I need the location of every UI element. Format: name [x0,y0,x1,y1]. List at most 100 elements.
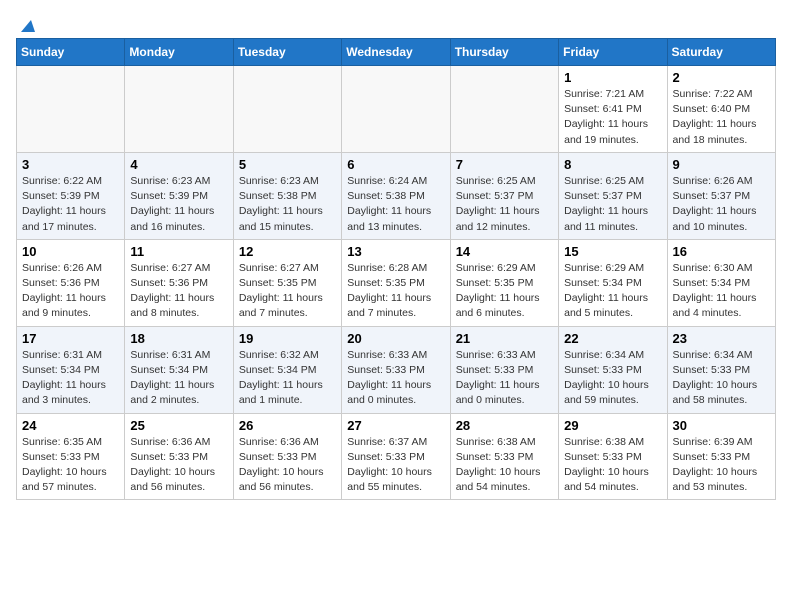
calendar-table: SundayMondayTuesdayWednesdayThursdayFrid… [16,38,776,500]
day-info: Sunrise: 6:23 AM Sunset: 5:38 PM Dayligh… [239,174,336,235]
calendar-cell: 18 Sunrise: 6:31 AM Sunset: 5:34 PM Dayli… [125,326,233,413]
calendar-header-row: SundayMondayTuesdayWednesdayThursdayFrid… [17,39,776,66]
day-number: 9 [673,157,770,172]
day-number: 25 [130,418,227,433]
day-info: Sunrise: 6:27 AM Sunset: 5:36 PM Dayligh… [130,261,227,322]
calendar-week-row: 1 Sunrise: 7:21 AM Sunset: 6:41 PM Daylig… [17,66,776,153]
column-header-wednesday: Wednesday [342,39,450,66]
calendar-week-row: 17 Sunrise: 6:31 AM Sunset: 5:34 PM Dayli… [17,326,776,413]
day-info: Sunrise: 6:36 AM Sunset: 5:33 PM Dayligh… [239,435,336,496]
day-info: Sunrise: 6:27 AM Sunset: 5:35 PM Dayligh… [239,261,336,322]
day-number: 5 [239,157,336,172]
day-number: 16 [673,244,770,259]
day-number: 15 [564,244,661,259]
calendar-cell: 4 Sunrise: 6:23 AM Sunset: 5:39 PM Daylig… [125,152,233,239]
day-number: 14 [456,244,553,259]
day-number: 3 [22,157,119,172]
calendar-week-row: 10 Sunrise: 6:26 AM Sunset: 5:36 PM Dayli… [17,239,776,326]
day-info: Sunrise: 6:38 AM Sunset: 5:33 PM Dayligh… [456,435,553,496]
calendar-cell [233,66,341,153]
day-info: Sunrise: 6:34 AM Sunset: 5:33 PM Dayligh… [673,348,770,409]
calendar-cell: 22 Sunrise: 6:34 AM Sunset: 5:33 PM Dayli… [559,326,667,413]
day-number: 7 [456,157,553,172]
day-number: 23 [673,331,770,346]
day-number: 27 [347,418,444,433]
column-header-sunday: Sunday [17,39,125,66]
day-info: Sunrise: 6:39 AM Sunset: 5:33 PM Dayligh… [673,435,770,496]
calendar-cell: 25 Sunrise: 6:36 AM Sunset: 5:33 PM Dayli… [125,413,233,500]
day-info: Sunrise: 6:38 AM Sunset: 5:33 PM Dayligh… [564,435,661,496]
calendar-cell: 20 Sunrise: 6:33 AM Sunset: 5:33 PM Dayli… [342,326,450,413]
day-number: 30 [673,418,770,433]
day-number: 4 [130,157,227,172]
calendar-cell: 7Sunrise: 6:25 AM Sunset: 5:37 PM Daylig… [450,152,558,239]
calendar-cell: 26 Sunrise: 6:36 AM Sunset: 5:33 PM Dayli… [233,413,341,500]
calendar-cell: 29 Sunrise: 6:38 AM Sunset: 5:33 PM Dayli… [559,413,667,500]
day-number: 8 [564,157,661,172]
calendar-cell [450,66,558,153]
calendar-week-row: 3 Sunrise: 6:22 AM Sunset: 5:39 PM Daylig… [17,152,776,239]
calendar-cell [17,66,125,153]
column-header-saturday: Saturday [667,39,775,66]
day-number: 18 [130,331,227,346]
day-number: 28 [456,418,553,433]
calendar-cell [125,66,233,153]
day-info: Sunrise: 7:21 AM Sunset: 6:41 PM Dayligh… [564,87,661,148]
calendar-cell: 8 Sunrise: 6:25 AM Sunset: 5:37 PM Daylig… [559,152,667,239]
day-info: Sunrise: 6:31 AM Sunset: 5:34 PM Dayligh… [130,348,227,409]
day-info: Sunrise: 6:23 AM Sunset: 5:39 PM Dayligh… [130,174,227,235]
calendar-cell: 12 Sunrise: 6:27 AM Sunset: 5:35 PM Dayli… [233,239,341,326]
calendar-cell: 6 Sunrise: 6:24 AM Sunset: 5:38 PM Daylig… [342,152,450,239]
column-header-monday: Monday [125,39,233,66]
calendar-cell: 27 Sunrise: 6:37 AM Sunset: 5:33 PM Dayli… [342,413,450,500]
day-number: 24 [22,418,119,433]
calendar-week-row: 24Sunrise: 6:35 AM Sunset: 5:33 PM Dayli… [17,413,776,500]
day-info: Sunrise: 6:31 AM Sunset: 5:34 PM Dayligh… [22,348,119,409]
calendar-cell: 1 Sunrise: 7:21 AM Sunset: 6:41 PM Daylig… [559,66,667,153]
day-number: 12 [239,244,336,259]
logo [16,16,36,30]
day-number: 22 [564,331,661,346]
day-number: 13 [347,244,444,259]
day-number: 29 [564,418,661,433]
page-header [16,16,776,30]
calendar-cell [342,66,450,153]
calendar-cell: 15Sunrise: 6:29 AM Sunset: 5:34 PM Dayli… [559,239,667,326]
column-header-thursday: Thursday [450,39,558,66]
day-info: Sunrise: 6:33 AM Sunset: 5:33 PM Dayligh… [347,348,444,409]
day-info: Sunrise: 6:26 AM Sunset: 5:37 PM Dayligh… [673,174,770,235]
day-info: Sunrise: 6:24 AM Sunset: 5:38 PM Dayligh… [347,174,444,235]
day-number: 20 [347,331,444,346]
day-number: 26 [239,418,336,433]
day-info: Sunrise: 6:22 AM Sunset: 5:39 PM Dayligh… [22,174,119,235]
calendar-cell: 30 Sunrise: 6:39 AM Sunset: 5:33 PM Dayli… [667,413,775,500]
day-number: 11 [130,244,227,259]
day-info: Sunrise: 6:32 AM Sunset: 5:34 PM Dayligh… [239,348,336,409]
calendar-cell: 3 Sunrise: 6:22 AM Sunset: 5:39 PM Daylig… [17,152,125,239]
day-number: 10 [22,244,119,259]
day-info: Sunrise: 6:33 AM Sunset: 5:33 PM Dayligh… [456,348,553,409]
day-info: Sunrise: 6:28 AM Sunset: 5:35 PM Dayligh… [347,261,444,322]
calendar-cell: 5 Sunrise: 6:23 AM Sunset: 5:38 PM Daylig… [233,152,341,239]
calendar-cell: 9 Sunrise: 6:26 AM Sunset: 5:37 PM Daylig… [667,152,775,239]
day-number: 17 [22,331,119,346]
calendar-cell: 28 Sunrise: 6:38 AM Sunset: 5:33 PM Dayli… [450,413,558,500]
calendar-cell: 14Sunrise: 6:29 AM Sunset: 5:35 PM Dayli… [450,239,558,326]
calendar-cell: 13 Sunrise: 6:28 AM Sunset: 5:35 PM Dayli… [342,239,450,326]
calendar-cell: 23 Sunrise: 6:34 AM Sunset: 5:33 PM Dayli… [667,326,775,413]
day-number: 6 [347,157,444,172]
day-info: Sunrise: 6:34 AM Sunset: 5:33 PM Dayligh… [564,348,661,409]
calendar-cell: 16Sunrise: 6:30 AM Sunset: 5:34 PM Dayli… [667,239,775,326]
day-number: 2 [673,70,770,85]
day-info: Sunrise: 6:26 AM Sunset: 5:36 PM Dayligh… [22,261,119,322]
day-info: Sunrise: 6:25 AM Sunset: 5:37 PM Dayligh… [564,174,661,235]
day-number: 1 [564,70,661,85]
calendar-cell: 11 Sunrise: 6:27 AM Sunset: 5:36 PM Dayli… [125,239,233,326]
day-info: Sunrise: 6:36 AM Sunset: 5:33 PM Dayligh… [130,435,227,496]
calendar-cell: 2 Sunrise: 7:22 AM Sunset: 6:40 PM Daylig… [667,66,775,153]
day-info: Sunrise: 7:22 AM Sunset: 6:40 PM Dayligh… [673,87,770,148]
calendar-cell: 21 Sunrise: 6:33 AM Sunset: 5:33 PM Dayli… [450,326,558,413]
day-number: 21 [456,331,553,346]
column-header-tuesday: Tuesday [233,39,341,66]
day-info: Sunrise: 6:37 AM Sunset: 5:33 PM Dayligh… [347,435,444,496]
